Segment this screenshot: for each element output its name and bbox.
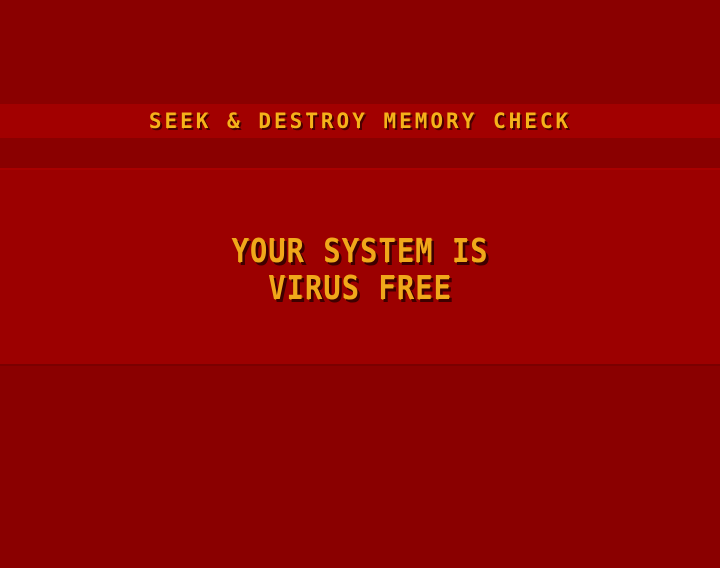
status-message-line-1: YOUR SYSTEM IS bbox=[231, 231, 489, 270]
app-title: SEEK & DESTROY MEMORY CHECK bbox=[148, 109, 572, 133]
status-message-line-2: VIRUS FREE bbox=[268, 268, 452, 307]
message-panel: YOUR SYSTEM IS VIRUS FREE bbox=[0, 168, 720, 366]
title-bar: SEEK & DESTROY MEMORY CHECK bbox=[0, 104, 720, 138]
status-message: YOUR SYSTEM IS VIRUS FREE bbox=[43, 232, 677, 306]
